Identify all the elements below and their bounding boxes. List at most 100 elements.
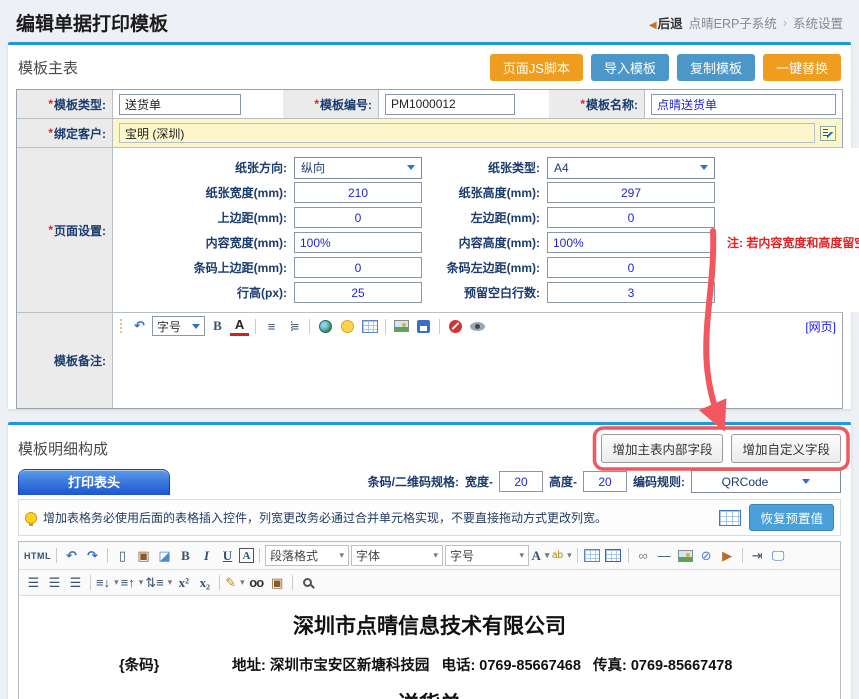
webpage-link[interactable]: [网页] — [805, 318, 836, 335]
document-content[interactable]: 深圳市点晴信息技术有限公司 {条码} 地址: 深圳市宝安区新塘科技园 电话: 0… — [19, 596, 840, 699]
content-width-input[interactable] — [294, 232, 422, 253]
document-title: 送货单 — [19, 688, 840, 699]
table-tip-text: 增加表格务必使用后面的表格插入控件，列宽更改务必通过合并单元格实现，不要直接拖动… — [43, 509, 607, 526]
link-icon[interactable]: ∞ — [634, 546, 653, 565]
image-icon[interactable] — [392, 317, 411, 336]
font-size-select[interactable]: 字号▾ — [445, 545, 529, 566]
master-form-table: *模板类型: *模板编号: *模板名称: *绑定客户: *页面设置: 纸张方向:… — [16, 89, 843, 409]
breadcrumb-page[interactable]: 系统设置 — [793, 13, 843, 32]
superscript-icon[interactable]: x² — [174, 573, 193, 592]
page-js-script-button[interactable]: 页面JS脚本 — [490, 54, 583, 81]
redo-icon[interactable]: ↷ — [83, 546, 102, 565]
indent-icon[interactable]: ⇥ — [748, 546, 767, 565]
page-settings-grid: 纸张方向: 纵向 纸张类型: A4 纸张宽度(mm): 纸张高度(mm): 上边… — [119, 151, 859, 309]
template-remark-editor: ↶ 字号 B A ≡ ⁞≡ [网页] — [113, 313, 842, 408]
template-code-input[interactable] — [385, 94, 515, 115]
new-doc-icon[interactable]: ▯ — [113, 546, 132, 565]
paste-text-icon[interactable]: ▣ — [134, 546, 153, 565]
undo-icon[interactable]: ↶ — [62, 546, 81, 565]
italic-icon[interactable]: I — [197, 546, 216, 565]
template-type-input[interactable] — [119, 94, 241, 115]
one-key-replace-button[interactable]: 一键替换 — [763, 54, 841, 81]
link-globe-icon[interactable] — [316, 317, 335, 336]
barcode-top-margin-input[interactable] — [294, 257, 422, 278]
add-master-field-button[interactable]: 增加主表内部字段 — [601, 434, 723, 463]
attachment-icon[interactable]: ⊘ — [697, 546, 716, 565]
bold-icon[interactable]: B — [176, 546, 195, 565]
underline-icon[interactable]: U — [218, 546, 237, 565]
align-icon[interactable]: ≡ — [262, 317, 281, 336]
tab-print-header[interactable]: 打印表头 — [18, 469, 170, 495]
paper-orientation-select[interactable]: 纵向 — [294, 157, 422, 179]
encode-rule-select[interactable]: QRCode — [691, 470, 841, 493]
align-center-icon[interactable]: ☰ — [45, 573, 64, 592]
paste-icon[interactable]: ▣ — [268, 573, 287, 592]
format-brush-icon[interactable]: ✎▾ — [225, 573, 244, 592]
table-props-icon[interactable] — [604, 546, 623, 565]
template-name-input[interactable] — [651, 94, 836, 115]
required-mark: * — [580, 97, 585, 111]
content-height-input[interactable] — [547, 232, 715, 253]
media-icon[interactable]: ▶ — [718, 546, 737, 565]
insert-table-icon[interactable] — [719, 510, 741, 526]
toolbar-drag-handle[interactable] — [119, 318, 124, 334]
line-spacing-icon[interactable]: ≡↑▾ — [121, 573, 144, 592]
template-name-cell — [645, 90, 842, 118]
subscript-icon[interactable]: x₂ — [195, 573, 214, 592]
font-box-icon[interactable]: A — [239, 548, 254, 563]
back-button[interactable]: ◀后退 — [649, 13, 683, 32]
html-source-icon[interactable]: HTML — [24, 546, 51, 565]
left-margin-input[interactable] — [547, 207, 715, 228]
undo-icon[interactable]: ↶ — [130, 317, 149, 336]
ordered-list-icon[interactable]: ⁞≡ — [284, 317, 303, 336]
font-size-select[interactable]: 字号 — [152, 316, 205, 336]
breadcrumb-app[interactable]: 点晴ERP子系统 — [689, 13, 777, 32]
hr-icon[interactable]: — — [655, 546, 674, 565]
align-left-icon[interactable]: ☰ — [24, 573, 43, 592]
font-color-icon[interactable]: A▾ — [531, 546, 550, 565]
paper-width-input[interactable] — [294, 182, 422, 203]
paragraph-format-select[interactable]: 段落格式▾ — [265, 545, 349, 566]
bold-icon[interactable]: B — [208, 317, 227, 336]
find-icon[interactable]: oo — [247, 573, 266, 592]
insert-table-icon[interactable] — [583, 546, 602, 565]
emoticon-icon[interactable] — [338, 317, 357, 336]
form-row-page-settings: *页面设置: 纸张方向: 纵向 纸张类型: A4 纸张宽度(mm): 纸张高度(… — [17, 148, 842, 313]
copy-template-button[interactable]: 复制模板 — [677, 54, 755, 81]
list-spacing-icon[interactable]: ⇅≡▾ — [145, 573, 172, 592]
image-icon[interactable] — [676, 546, 695, 565]
import-template-button[interactable]: 导入模板 — [591, 54, 669, 81]
font-family-select[interactable]: 字体▾ — [351, 545, 443, 566]
no-print-icon[interactable] — [446, 317, 465, 336]
barcode-width-input[interactable] — [499, 471, 543, 492]
paper-height-input[interactable] — [547, 182, 715, 203]
page-settings-label: *页面设置: — [17, 148, 113, 312]
paragraph-spacing-icon[interactable]: ≡↓▾ — [96, 573, 119, 592]
add-custom-field-button[interactable]: 增加自定义字段 — [731, 434, 841, 463]
line-height-input[interactable] — [294, 282, 422, 303]
required-mark: * — [48, 223, 53, 237]
preview-eye-icon[interactable] — [468, 317, 487, 336]
blank-rows-input[interactable] — [547, 282, 715, 303]
bound-client-input[interactable] — [119, 123, 815, 143]
remark-text-area[interactable] — [113, 339, 842, 408]
save-html-icon[interactable] — [414, 317, 433, 336]
required-mark: * — [48, 97, 53, 111]
restore-defaults-button[interactable]: 恢复预置值 — [749, 504, 834, 531]
fullscreen-icon[interactable]: 🖵 — [769, 546, 788, 565]
font-color-icon[interactable]: A — [230, 317, 249, 336]
eraser-icon[interactable]: ◪ — [155, 546, 174, 565]
align-right-icon[interactable]: ☰ — [66, 573, 85, 592]
template-type-label: *模板类型: — [17, 90, 113, 118]
master-action-buttons: 页面JS脚本 导入模板 复制模板 一键替换 — [490, 54, 841, 81]
paper-type-select[interactable]: A4 — [547, 157, 715, 179]
barcode-width-label: 宽度- — [465, 473, 493, 490]
back-arrow-icon: ◀ — [649, 20, 657, 31]
client-picker-icon[interactable] — [820, 126, 836, 141]
preview-zoom-icon[interactable] — [298, 573, 317, 592]
barcode-left-margin-input[interactable] — [547, 257, 715, 278]
top-margin-input[interactable] — [294, 207, 422, 228]
barcode-height-input[interactable] — [583, 471, 627, 492]
highlight-icon[interactable]: ab▾ — [552, 546, 572, 565]
edit-table-icon[interactable] — [360, 317, 379, 336]
